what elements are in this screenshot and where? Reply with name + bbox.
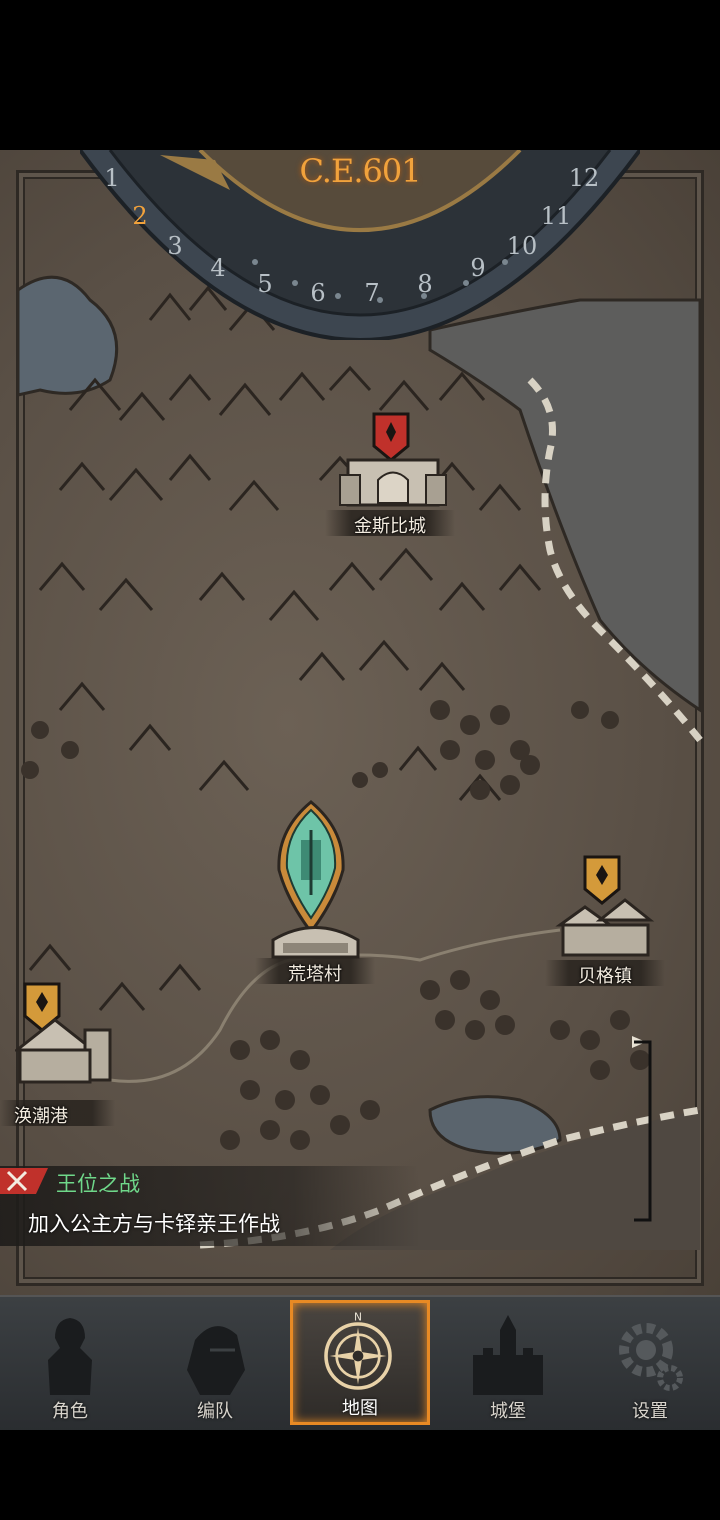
jinsibi-castle-icon[interactable] [338,445,448,510]
compass-icon: N [324,1310,392,1390]
huangta-village-icon[interactable] [268,915,363,960]
nav-tab-team[interactable]: 编队 [145,1300,285,1425]
castle-icon [473,1315,543,1395]
nav-tab-map[interactable]: N 地图 [290,1300,430,1425]
month-number[interactable]: 11 [536,202,576,230]
nav-label-castle: 城堡 [490,1401,526,1422]
huanchao-port-icon[interactable] [15,1005,115,1090]
crossed-swords-icon[interactable] [0,1166,48,1196]
flag-bracket-icon[interactable] [632,1034,654,1224]
city-label-huanchao[interactable]: 涣潮港 [14,1102,84,1128]
month-number[interactable]: 10 [502,232,542,260]
city-label-beige[interactable]: 贝格镇 [560,962,650,988]
month-number[interactable]: 12 [564,164,604,192]
quest-title[interactable]: 王位之战 [56,1168,140,1198]
knight-icon [48,1318,92,1395]
nav-label-character: 角色 [52,1401,88,1422]
month-number[interactable]: 9 [458,254,498,282]
nav-tab-settings[interactable]: 设置 [580,1300,720,1425]
month-number[interactable]: 3 [155,232,195,260]
beige-town-icon[interactable] [555,895,655,960]
city-label-jinsibi[interactable]: 金斯比城 [340,512,440,538]
city-label-huangta[interactable]: 荒塔村 [270,960,360,986]
nav-label-settings: 设置 [632,1401,668,1422]
helmet-icon [187,1326,245,1395]
nav-label-team: 编队 [197,1401,233,1422]
month-number[interactable]: 6 [298,279,338,307]
month-number[interactable]: 1 [92,164,132,192]
quest-description[interactable]: 加入公主方与卡铎亲王作战 [28,1208,280,1238]
month-number[interactable]: 5 [245,270,285,298]
month-number[interactable]: 8 [405,270,445,298]
nav-tab-castle[interactable]: 城堡 [438,1300,578,1425]
system-bottom-area [0,1430,720,1520]
world-map[interactable]: C.E.601 1 2 3 4 5 6 7 8 9 10 11 12 金斯比城 荒塔村 贝格镇 [0,150,720,1295]
nav-tab-character[interactable]: 角色 [0,1300,140,1425]
calendar-year: C.E.601 [299,152,421,190]
top-status-area [0,0,720,150]
compass-n-label: N [354,1310,362,1323]
nav-label-map: 地图 [342,1398,378,1419]
month-number[interactable]: 2 [120,202,160,230]
month-number[interactable]: 4 [198,254,238,282]
gear-icon [619,1323,683,1391]
month-number[interactable]: 7 [352,279,392,307]
